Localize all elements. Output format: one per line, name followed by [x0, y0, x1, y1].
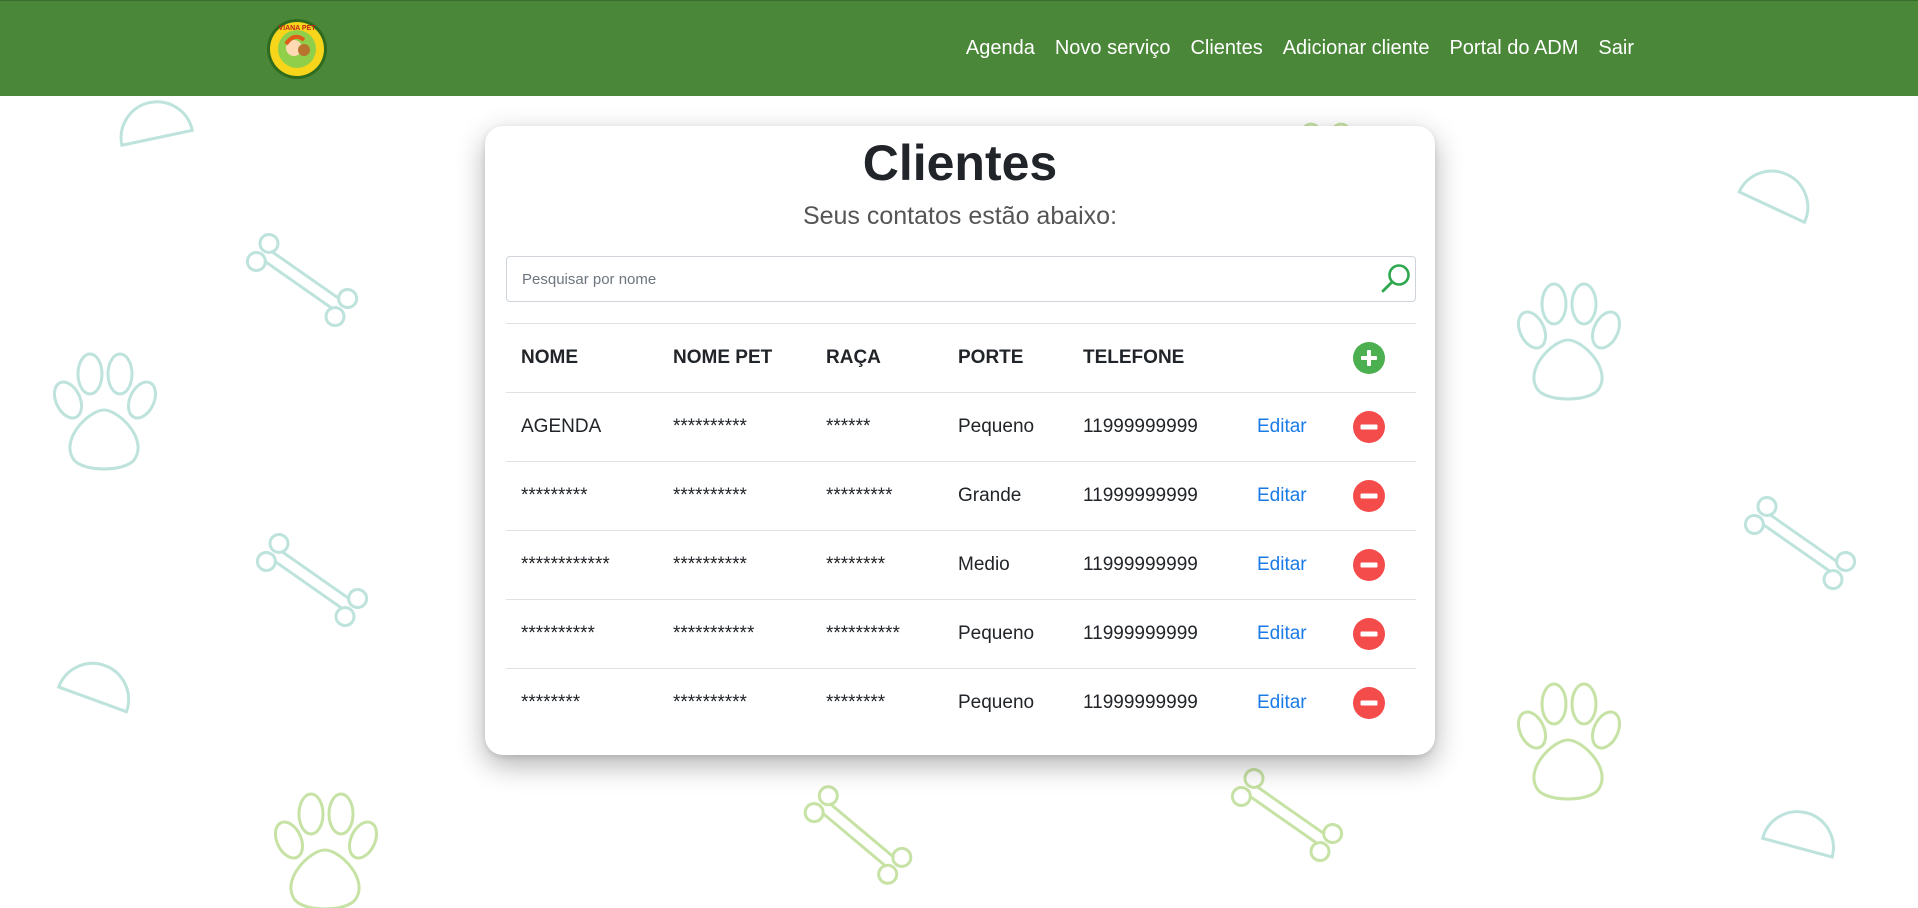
cell-telefone: 11999999999 — [1068, 461, 1242, 531]
search-input[interactable] — [506, 256, 1416, 302]
table-row: ************ ********** ******** Medio 1… — [506, 530, 1416, 600]
nav-links: Agenda Novo serviço Clientes Adicionar c… — [956, 1, 1644, 96]
cell-telefone: 11999999999 — [1068, 599, 1242, 669]
column-header-porte: PORTE — [943, 323, 1068, 393]
cell-remove — [1338, 530, 1416, 600]
clients-card: Clientes Seus contatos estão abaixo: NOM… — [485, 126, 1435, 755]
cell-porte: Medio — [943, 530, 1068, 600]
table-row: ********** *********** ********** Pequen… — [506, 599, 1416, 669]
cell-remove — [1338, 599, 1416, 669]
nav-link-agenda[interactable]: Agenda — [956, 37, 1045, 60]
cell-porte: Pequeno — [943, 392, 1068, 462]
column-header-nome-pet: NOME PET — [658, 323, 811, 393]
cell-porte: Pequeno — [943, 668, 1068, 737]
column-header-actions — [1338, 323, 1416, 393]
nav-link-clientes[interactable]: Clientes — [1180, 37, 1272, 60]
cell-telefone: 11999999999 — [1068, 530, 1242, 600]
table-row: AGENDA ********** ****** Pequeno 1199999… — [506, 392, 1416, 462]
page-title: Clientes — [862, 135, 1058, 191]
cell-remove — [1338, 668, 1416, 737]
cell-telefone: 11999999999 — [1068, 668, 1242, 737]
minus-circle-icon[interactable] — [1353, 618, 1385, 650]
edit-link[interactable]: Editar — [1242, 668, 1338, 737]
cell-nome: AGENDA — [506, 392, 658, 462]
cell-porte: Grande — [943, 461, 1068, 531]
table-row: ******** ********** ******** Pequeno 119… — [506, 668, 1416, 737]
edit-link[interactable]: Editar — [1242, 392, 1338, 462]
cell-porte: Pequeno — [943, 599, 1068, 669]
minus-circle-icon[interactable] — [1353, 411, 1385, 443]
edit-link[interactable]: Editar — [1242, 461, 1338, 531]
column-header-nome: NOME — [506, 323, 658, 393]
cell-nome: ******** — [506, 668, 658, 737]
page-subtitle: Seus contatos estão abaixo: — [802, 202, 1118, 230]
minus-circle-icon[interactable] — [1353, 687, 1385, 719]
minus-circle-icon[interactable] — [1353, 549, 1385, 581]
table-header-row: NOME NOME PET RAÇA PORTE TELEFONE — [506, 323, 1416, 393]
nav-link-novo-servico[interactable]: Novo serviço — [1045, 37, 1181, 60]
minus-circle-icon[interactable] — [1353, 480, 1385, 512]
cell-remove — [1338, 392, 1416, 462]
column-header-edit — [1242, 323, 1338, 393]
cell-nome: ************ — [506, 530, 658, 600]
nav-link-sair[interactable]: Sair — [1588, 37, 1644, 60]
clients-table: NOME NOME PET RAÇA PORTE TELEFONE AGENDA — [506, 323, 1416, 737]
search-icon[interactable] — [1378, 261, 1414, 297]
nav-link-portal-adm[interactable]: Portal do ADM — [1439, 37, 1588, 60]
cell-raca: ********** — [811, 599, 943, 669]
cell-raca: ****** — [811, 392, 943, 462]
cell-raca: ********* — [811, 461, 943, 531]
cell-raca: ******** — [811, 530, 943, 600]
cell-raca: ******** — [811, 668, 943, 737]
cell-telefone: 11999999999 — [1068, 392, 1242, 462]
cell-remove — [1338, 461, 1416, 531]
column-header-telefone: TELEFONE — [1068, 323, 1242, 393]
cell-nome-pet: ********** — [658, 392, 811, 462]
viana-pet-logo[interactable]: VIANA PET — [266, 18, 328, 80]
cell-nome-pet: *********** — [658, 599, 811, 669]
top-navbar: VIANA PET Agenda Novo serviço Clientes A… — [0, 0, 1918, 96]
logo-text: VIANA PET — [278, 25, 316, 32]
edit-link[interactable]: Editar — [1242, 530, 1338, 600]
column-header-raca: RAÇA — [811, 323, 943, 393]
nav-link-adicionar-cliente[interactable]: Adicionar cliente — [1273, 37, 1440, 60]
cell-nome: ********* — [506, 461, 658, 531]
plus-circle-icon[interactable] — [1353, 342, 1385, 374]
cell-nome-pet: ********** — [658, 668, 811, 737]
cell-nome-pet: ********** — [658, 461, 811, 531]
table-row: ********* ********** ********* Grande 11… — [506, 461, 1416, 531]
cell-nome: ********** — [506, 599, 658, 669]
edit-link[interactable]: Editar — [1242, 599, 1338, 669]
cell-nome-pet: ********** — [658, 530, 811, 600]
